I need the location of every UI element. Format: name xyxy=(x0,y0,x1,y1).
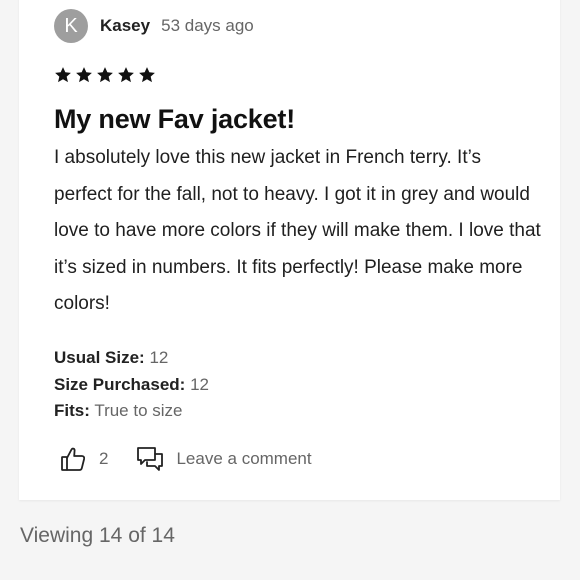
reviewer-info: K Kasey 53 days ago xyxy=(54,9,254,43)
avatar: K xyxy=(54,9,88,43)
star-icon xyxy=(139,67,155,83)
fit-value: True to size xyxy=(94,401,183,420)
speech-bubble-icon xyxy=(137,447,164,471)
star-icon xyxy=(118,67,134,83)
review-actions: 2 Leave a comment xyxy=(59,445,312,473)
helpful-button[interactable]: 2 xyxy=(59,445,108,473)
size-attributes: Usual Size: 12 Size Purchased: 12 Fits: … xyxy=(54,345,209,425)
star-icon xyxy=(55,67,71,83)
pagination-status: Viewing 14 of 14 xyxy=(20,524,175,547)
usual-size-row: Usual Size: 12 xyxy=(54,345,209,372)
review-title: My new Fav jacket! xyxy=(54,104,295,134)
usual-size-label: Usual Size: xyxy=(54,348,145,367)
size-purchased-value: 12 xyxy=(190,374,209,394)
review-body: I absolutely love this new jacket in Fre… xyxy=(54,147,541,314)
star-rating xyxy=(54,66,156,84)
fit-row: Fits: True to size xyxy=(54,398,209,425)
reviewer-name: Kasey xyxy=(100,16,151,35)
leave-comment-button[interactable]: Leave a comment xyxy=(136,445,312,473)
review-card: K Kasey 53 days ago My new Fav jacket! I… xyxy=(19,0,560,500)
size-purchased-label: Size Purchased: xyxy=(54,374,186,394)
fit-label: Fits: xyxy=(54,401,90,420)
size-purchased-row: Size Purchased: 12 xyxy=(54,372,209,399)
helpful-count: 2 xyxy=(99,449,109,468)
star-icon xyxy=(97,67,113,83)
star-icon xyxy=(76,67,92,83)
usual-size-value: 12 xyxy=(149,348,169,367)
thumbs-up-icon xyxy=(61,447,86,471)
leave-comment-label: Leave a comment xyxy=(176,449,312,468)
review-timestamp: 53 days ago xyxy=(161,16,254,35)
